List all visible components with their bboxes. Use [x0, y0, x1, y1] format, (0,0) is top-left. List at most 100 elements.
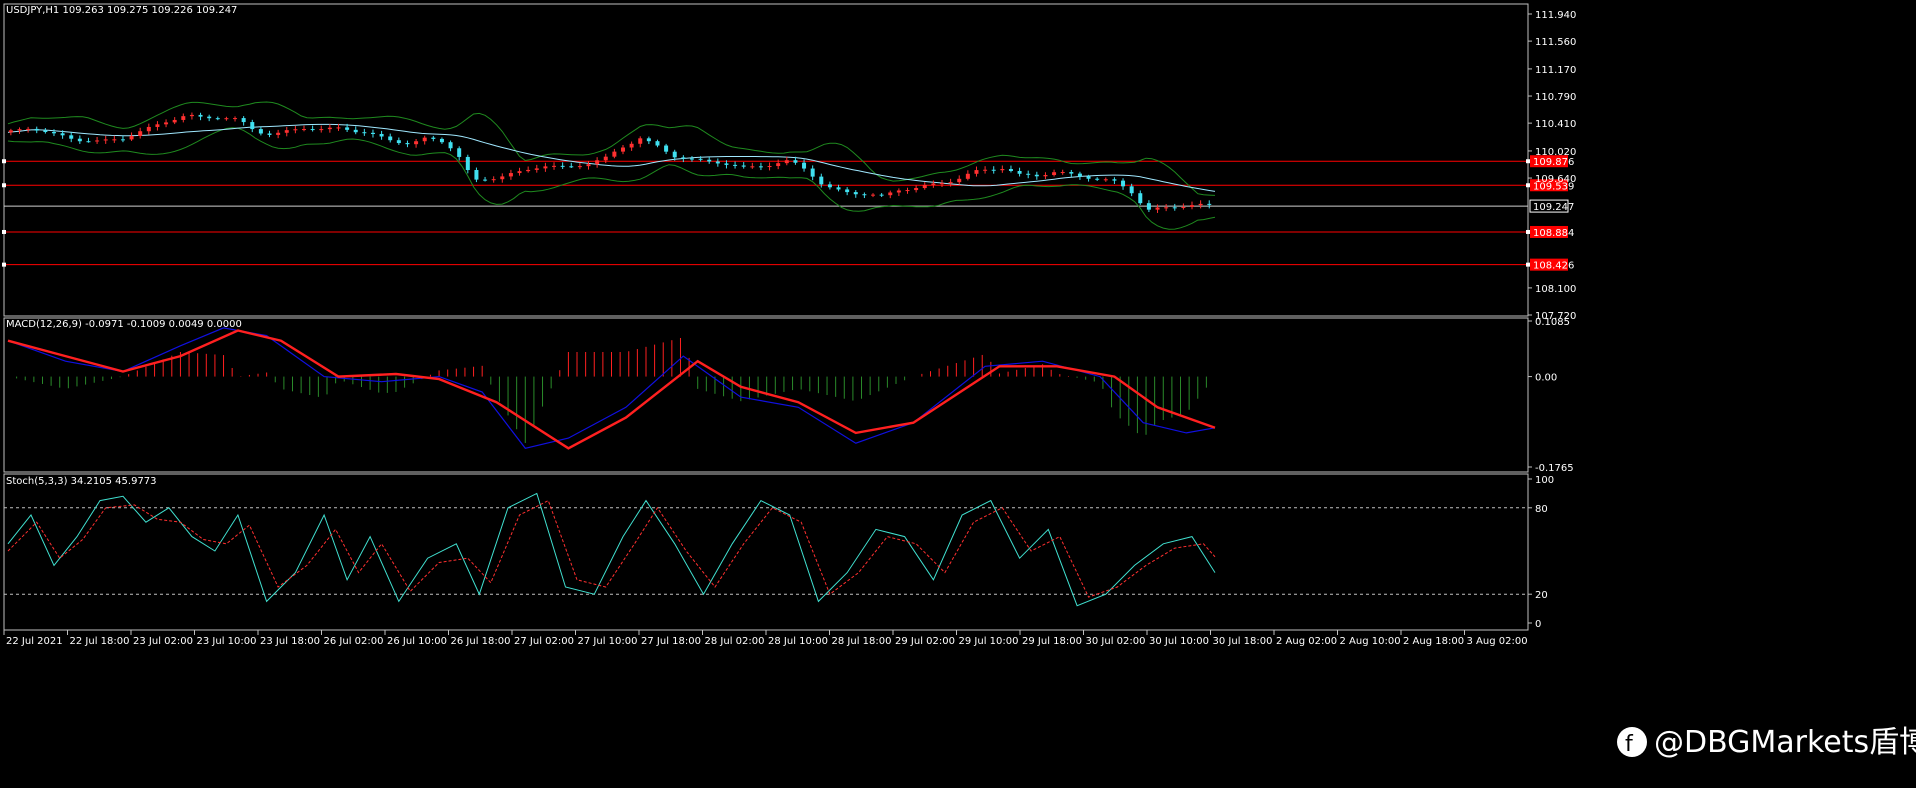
- candle-body: [1043, 175, 1048, 177]
- candle-body: [1095, 178, 1100, 180]
- time-tick-label: 30 Jul 02:00: [1086, 636, 1146, 647]
- candle-body: [396, 140, 401, 144]
- candle-body: [560, 165, 565, 167]
- candle-body: [1207, 203, 1212, 205]
- candle-body: [405, 143, 410, 145]
- candle-body: [60, 133, 65, 136]
- price-tick-label: 110.410: [1535, 119, 1576, 130]
- price-tick-label: 110.790: [1535, 92, 1576, 103]
- candle-body: [646, 138, 651, 142]
- horizontal-levels[interactable]: 109.876109.539108.884108.426109.247: [2, 155, 1574, 272]
- candle-body: [1181, 206, 1186, 208]
- candle-body: [810, 168, 815, 177]
- stoch-tick-label: 80: [1535, 504, 1548, 515]
- candle-body: [758, 166, 763, 168]
- candle-body: [258, 129, 263, 134]
- candle-body: [34, 128, 39, 131]
- candle-body: [26, 128, 31, 130]
- price-tick-label: 109.640: [1535, 174, 1576, 185]
- time-tick-label: 29 Jul 10:00: [959, 636, 1019, 647]
- trading-chart[interactable]: 109.876109.539108.884108.426109.247 111.…: [0, 0, 1916, 788]
- candle-body: [181, 116, 186, 120]
- candle-body: [1198, 203, 1203, 206]
- candle-body: [939, 183, 944, 185]
- candle-body: [439, 138, 444, 143]
- candle-body: [77, 138, 82, 142]
- candle-body: [517, 171, 522, 174]
- panel-frames: [3, 3, 1529, 631]
- macd-tick-label: 0.00: [1535, 373, 1557, 384]
- candle-body: [146, 126, 151, 132]
- candle-body: [776, 163, 781, 167]
- bollinger-lower: [7, 127, 1216, 230]
- time-tick-label: 3 Aug 02:00: [1467, 636, 1528, 647]
- candle-body: [1190, 205, 1195, 207]
- candle-body: [1052, 172, 1057, 176]
- level-price-label: 108.426: [1533, 261, 1574, 272]
- candle-body: [1008, 169, 1013, 171]
- candle-body: [474, 170, 479, 180]
- candle-body: [129, 135, 134, 140]
- candle-body: [508, 173, 513, 177]
- candle-body: [276, 132, 281, 135]
- stoch-d-line: [7, 499, 1216, 598]
- time-tick-label: 28 Jul 02:00: [705, 636, 765, 647]
- candle-body: [1034, 174, 1039, 177]
- candle-body: [491, 179, 496, 181]
- candle-body: [577, 166, 582, 168]
- candle-body: [370, 132, 375, 134]
- level-handle-right: [1526, 159, 1530, 164]
- candle-body: [362, 132, 367, 134]
- candle-body: [741, 165, 746, 167]
- price-tick-label: 111.560: [1535, 37, 1576, 48]
- candle-body: [345, 127, 350, 130]
- candle-body: [164, 122, 169, 125]
- time-tick-label: 30 Jul 10:00: [1149, 636, 1209, 647]
- candle-body: [664, 145, 669, 152]
- candle-body: [1103, 179, 1108, 181]
- macd-line: [7, 327, 1216, 449]
- candle-body: [310, 129, 315, 131]
- candle-body: [95, 140, 100, 142]
- time-tick-label: 28 Jul 18:00: [832, 636, 892, 647]
- candle-body: [267, 133, 272, 135]
- candle-body: [1172, 207, 1177, 209]
- panel-frame-macd: [3, 317, 1529, 473]
- price-tick-label: 111.940: [1535, 10, 1576, 21]
- candle-body: [155, 124, 160, 127]
- bollinger-bands: [7, 101, 1216, 230]
- candle-body: [198, 114, 203, 117]
- candle-body: [689, 158, 694, 160]
- candle-body: [620, 147, 625, 152]
- candle-body: [793, 160, 798, 163]
- candle-body: [1138, 193, 1143, 204]
- candle-body: [336, 127, 341, 129]
- candle-body: [845, 189, 850, 193]
- time-tick-label: 23 Jul 02:00: [133, 636, 193, 647]
- candle-body: [1077, 173, 1082, 177]
- candle-body: [905, 190, 910, 192]
- candle-body: [914, 188, 919, 191]
- stoch-tick-label: 100: [1535, 475, 1554, 486]
- candle-body: [1069, 172, 1074, 174]
- time-tick-label: 2 Aug 18:00: [1403, 636, 1464, 647]
- watermark: f @DBGMarkets盾博: [1617, 725, 1916, 760]
- candle-body: [603, 156, 608, 161]
- candle-body: [414, 141, 419, 145]
- candle-body: [69, 135, 74, 139]
- time-axis: 22 Jul 2021 22 Jul 18:00 23 Jul 02:00 23 Ju…: [3, 630, 1528, 647]
- candle-body: [465, 156, 470, 171]
- time-tick-label: 22 Jul 2021: [6, 636, 63, 647]
- candle-body: [991, 169, 996, 171]
- candle-body: [965, 173, 970, 179]
- candle-body: [1017, 170, 1022, 174]
- candle-body: [422, 137, 427, 142]
- candle-body: [569, 166, 574, 168]
- candle-body: [1121, 180, 1126, 187]
- time-tick-label: 29 Jul 02:00: [895, 636, 955, 647]
- candle-body: [51, 132, 56, 134]
- candle-body: [681, 157, 686, 159]
- candle-body: [853, 192, 858, 195]
- candle-body: [215, 118, 220, 120]
- candle-body: [629, 143, 634, 148]
